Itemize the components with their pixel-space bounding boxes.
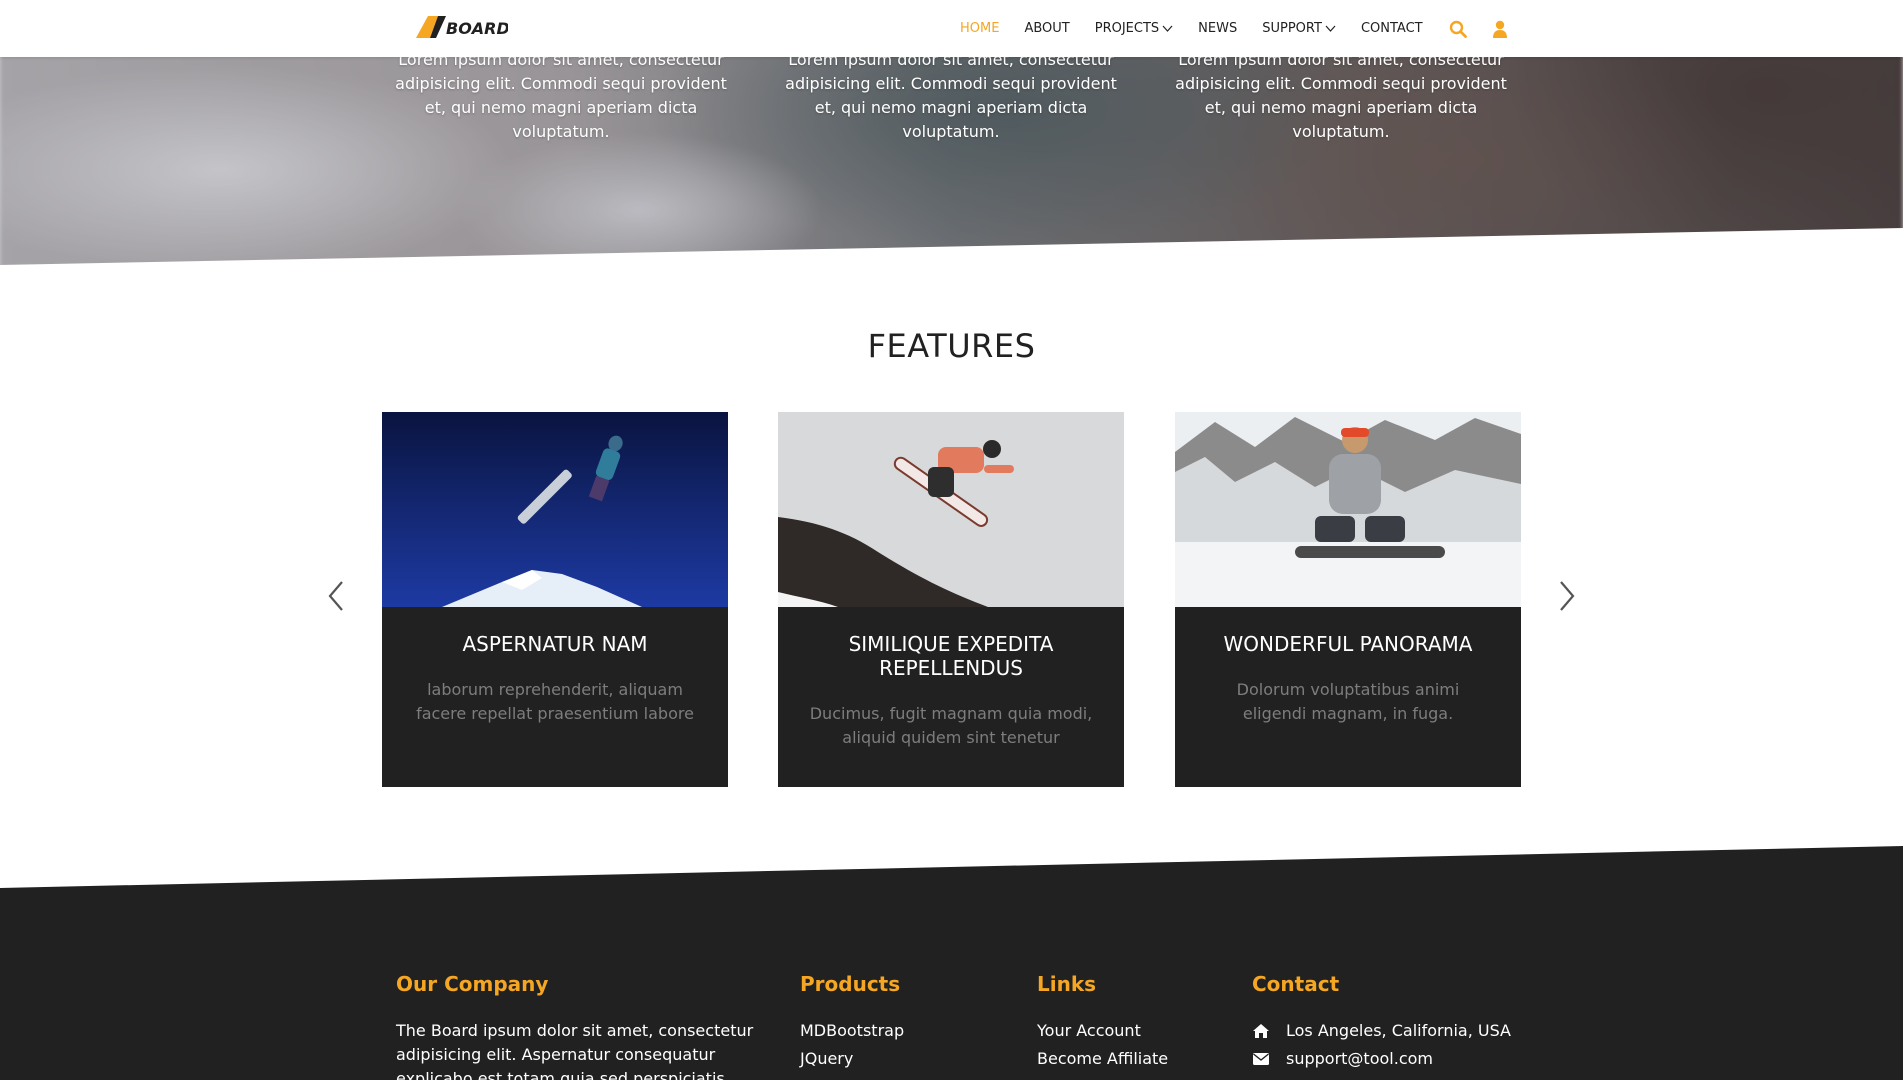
envelope-icon [1252,1051,1270,1067]
footer-company-heading: Our Company [396,972,549,996]
footer-links-heading: Links [1037,972,1097,996]
carousel-prev-button[interactable] [322,578,352,614]
card-text: Ducimus, fugit magnam quia modi, aliquid… [809,704,1093,747]
footer-product-link[interactable]: MDBootstrap [800,1021,904,1040]
chevron-down-icon [1162,25,1173,32]
navbar: BOARD HOME ABOUT PROJECTS NEWS SUPPORT C… [0,0,1903,57]
nav-home[interactable]: HOME [960,21,999,36]
card-title: SIMILIQUE EXPEDITA REPELLENDUS [848,632,1054,680]
card-title: ASPERNATUR NAM [462,632,648,656]
card-image-snowboarder-sitting [1175,412,1521,607]
nav-support[interactable]: SUPPORT [1262,21,1336,36]
contact-address: Los Angeles, California, USA [1252,1021,1511,1040]
chevron-right-icon [1560,581,1575,611]
footer-link-item[interactable]: Become Affiliate [1037,1049,1168,1068]
footer-link-item[interactable]: Your Account [1037,1021,1141,1040]
nav-menu: HOME ABOUT PROJECTS NEWS SUPPORT CONTACT [960,0,1532,57]
footer-background [0,846,1903,1080]
chevron-down-icon [1325,25,1336,32]
carousel-next-button[interactable] [1551,578,1581,614]
card-image-snowboarder-jump [778,412,1124,607]
footer-product-link[interactable]: JQuery [800,1049,853,1068]
nav-contact[interactable]: CONTACT [1361,21,1423,36]
feature-card[interactable]: WONDERFUL PANORAMA Dolorum voluptatibus … [1175,412,1521,787]
chevron-left-icon [328,581,343,611]
brand-logo[interactable]: BOARD [416,14,510,40]
svg-text:BOARD: BOARD [446,19,508,38]
user-icon[interactable] [1490,19,1510,39]
contact-email[interactable]: support@tool.com [1252,1049,1433,1068]
search-icon[interactable] [1448,19,1468,39]
home-icon [1252,1023,1270,1039]
card-text: Dolorum voluptatibus animi eligendi magn… [1236,680,1460,723]
nav-news[interactable]: NEWS [1198,21,1237,36]
feature-card[interactable]: ASPERNATUR NAM laborum reprehenderit, al… [382,412,728,787]
card-title: WONDERFUL PANORAMA [1223,632,1473,656]
footer-company-text: The Board ipsum dolor sit amet, consecte… [396,1021,754,1080]
card-text: laborum reprehenderit, aliquam facere re… [416,680,694,723]
nav-about[interactable]: ABOUT [1024,21,1069,36]
footer-contact-heading: Contact [1252,972,1340,996]
feature-card[interactable]: SIMILIQUE EXPEDITA REPELLENDUS Ducimus, … [778,412,1124,787]
footer-products-heading: Products [800,972,901,996]
features-title: FEATURES [867,327,1036,365]
card-image-snowboarder-night [382,412,728,607]
nav-projects[interactable]: PROJECTS [1095,21,1173,36]
